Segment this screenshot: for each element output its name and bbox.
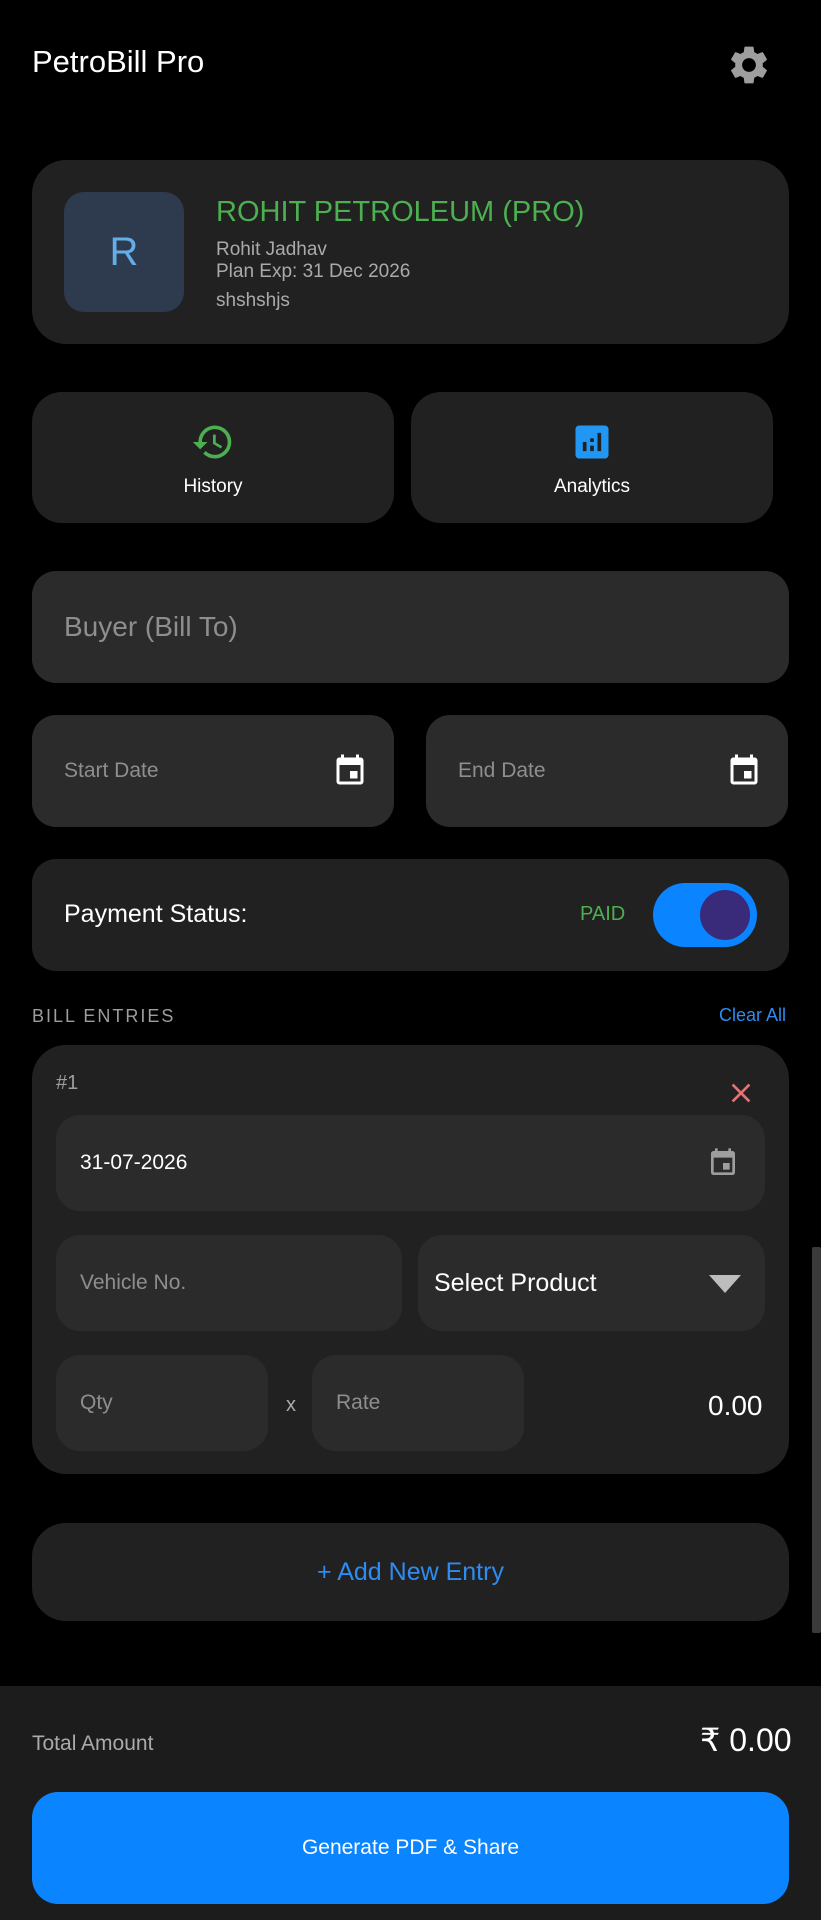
- footer-bar: Total Amount ₹ 0.00 Generate PDF & Share: [0, 1686, 821, 1920]
- app-title: PetroBill Pro: [32, 44, 205, 79]
- add-new-entry-label: + Add New Entry: [317, 1557, 504, 1586]
- entry-date-value: 31-07-2026: [80, 1151, 188, 1174]
- history-button[interactable]: History: [32, 392, 394, 523]
- entry-line-total: 0.00: [708, 1390, 763, 1421]
- analytics-icon: [575, 425, 609, 459]
- end-date-field[interactable]: [426, 715, 788, 827]
- payment-status-label: Payment Status:: [64, 900, 248, 928]
- product-select-value: Select Product: [434, 1269, 597, 1297]
- qty-input[interactable]: [80, 1355, 250, 1451]
- calendar-icon[interactable]: [726, 753, 762, 789]
- close-icon[interactable]: [725, 1077, 757, 1109]
- analytics-label: Analytics: [553, 476, 631, 497]
- end-date-input[interactable]: [458, 715, 708, 827]
- generate-pdf-button[interactable]: Generate PDF & Share: [32, 1792, 789, 1904]
- vehicle-input[interactable]: [80, 1235, 357, 1331]
- chevron-down-icon: [709, 1275, 741, 1293]
- gear-icon: [731, 46, 767, 84]
- plan-expiry: Plan Exp: 31 Dec 2026: [216, 261, 411, 282]
- profile-extra-info: shshshjs: [216, 290, 290, 311]
- total-amount-label: Total Amount: [32, 1732, 154, 1755]
- product-select[interactable]: Select Product: [418, 1235, 765, 1331]
- business-name: ROHIT PETROLEUM (PRO): [216, 196, 585, 228]
- profile-card: R ROHIT PETROLEUM (PRO) Rohit Jadhav Pla…: [32, 160, 789, 344]
- calendar-icon[interactable]: [332, 753, 368, 789]
- buyer-input[interactable]: [64, 571, 754, 683]
- toggle-thumb: [700, 890, 750, 940]
- multiply-sign: x: [286, 1394, 296, 1416]
- payment-status-toggle[interactable]: [653, 883, 757, 947]
- qty-field[interactable]: [56, 1355, 268, 1451]
- scrollbar[interactable]: [812, 1247, 821, 1633]
- total-amount-value: ₹ 0.00: [700, 1722, 792, 1758]
- owner-name: Rohit Jadhav: [216, 239, 327, 260]
- vehicle-field[interactable]: [56, 1235, 402, 1331]
- analytics-button[interactable]: Analytics: [411, 392, 773, 523]
- add-new-entry-button[interactable]: + Add New Entry: [32, 1523, 789, 1621]
- bill-entries-title: BILL ENTRIES: [32, 1006, 176, 1026]
- start-date-field[interactable]: [32, 715, 394, 827]
- clear-all-button[interactable]: Clear All: [719, 1005, 786, 1026]
- rate-field[interactable]: [312, 1355, 524, 1451]
- avatar: R: [64, 192, 184, 312]
- generate-pdf-label: Generate PDF & Share: [301, 1836, 520, 1859]
- settings-button[interactable]: [726, 42, 772, 88]
- rate-input[interactable]: [336, 1355, 506, 1451]
- payment-status-card: Payment Status: PAID: [32, 859, 789, 971]
- start-date-input[interactable]: [64, 715, 314, 827]
- history-icon: [192, 425, 232, 459]
- history-label: History: [183, 476, 243, 497]
- entry-date-field[interactable]: 31-07-2026: [56, 1115, 765, 1211]
- payment-status-value: PAID: [580, 903, 626, 925]
- entry-number: #1: [56, 1072, 79, 1094]
- buyer-field[interactable]: [32, 571, 789, 683]
- calendar-icon[interactable]: [707, 1147, 739, 1179]
- bill-entry-card: #1 31-07-2026 Select Product x 0.00: [32, 1045, 789, 1474]
